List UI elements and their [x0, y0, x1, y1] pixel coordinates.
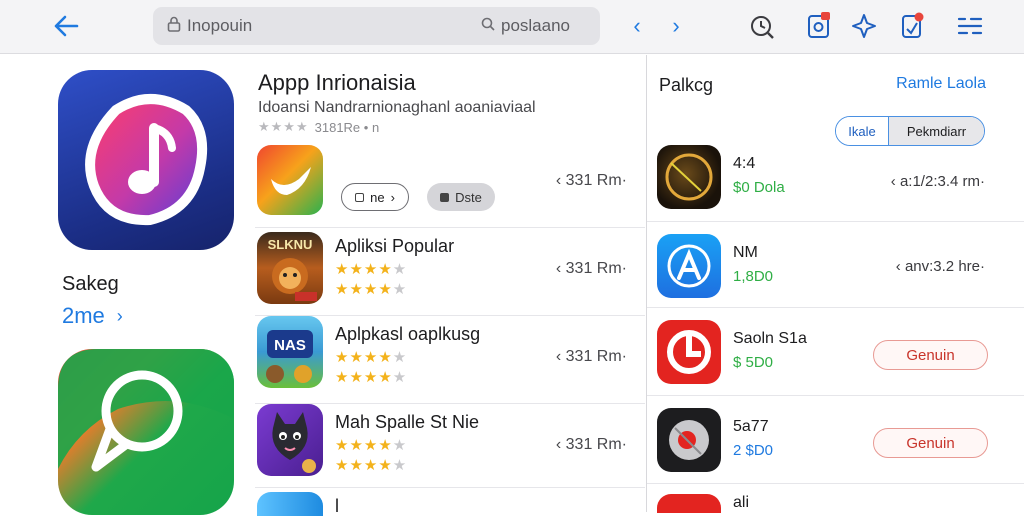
updates-icon[interactable]: [896, 9, 928, 41]
top-toolbar: Inopouin poslaano ‹ ›: [0, 0, 1024, 54]
rating-stars-icon: ★★★★★: [335, 437, 408, 454]
panel-item-name: 5a77: [733, 418, 769, 435]
back-arrow-icon[interactable]: [50, 10, 82, 42]
camera-app-icon[interactable]: [657, 408, 721, 472]
dark-app-icon[interactable]: [657, 145, 721, 209]
featured-open-button[interactable]: ne ›: [341, 183, 409, 211]
list-item[interactable]: Mah Spalle St Nie ★★★★★ ★★★★★ ‹ 331 Rm·: [255, 400, 645, 488]
panel-item-price: $0 Dola: [733, 179, 785, 196]
panel-item[interactable]: 5a77 2 $D0 Genuin: [647, 395, 1024, 483]
panel-item-meta: ‹ a:1/2:3.4 rm·: [890, 173, 985, 190]
bird-app-icon[interactable]: [257, 145, 323, 215]
panel-item-meta: ‹ anv:3.2 hre·: [895, 258, 985, 275]
account-search-icon[interactable]: [746, 11, 778, 43]
search-right-text: poslaano: [500, 16, 570, 35]
list-item[interactable]: l: [255, 488, 645, 516]
panel-see-all-link[interactable]: Ramle Laola: [896, 75, 986, 93]
rating-stars-icon: ★★★★★: [335, 457, 408, 474]
notifications-icon[interactable]: [803, 9, 835, 41]
svg-text:NAS: NAS: [274, 337, 306, 354]
menu-list-icon[interactable]: [954, 12, 986, 40]
nav-next-button[interactable]: ›: [664, 12, 688, 40]
app-name[interactable]: Aplpkasl oaplkusg: [335, 324, 480, 345]
featured-title: Appp Inrionaisia: [258, 70, 416, 95]
panel-item-price: 2 $D0: [733, 442, 774, 459]
app-size: ‹ 331 Rm·: [555, 436, 627, 453]
lion-game-icon[interactable]: SLKNU: [257, 232, 323, 304]
search-input[interactable]: Inopouin: [187, 16, 252, 36]
mascot-game-icon[interactable]: NAS: [257, 316, 323, 388]
panel-item-name: Saoln S1a: [733, 330, 807, 347]
search-icon[interactable]: [481, 16, 495, 36]
rating-stars-icon: ★★★★★: [335, 349, 408, 366]
app-icon[interactable]: [257, 492, 323, 516]
chevron-right-icon: ›: [116, 305, 123, 326]
hero-section-label: Sakeg: [62, 273, 119, 295]
right-panel: Palkcg Ramle Laola Ikale Pekmdiarr 4:4 $…: [646, 55, 1024, 513]
rating-stars-icon: ★★★★★: [335, 369, 408, 386]
panel-item[interactable]: Saoln S1a $ 5D0 Genuin: [647, 307, 1024, 395]
app-size: ‹ 331 Rm·: [555, 260, 627, 277]
sparkle-icon[interactable]: [848, 10, 880, 42]
hero-more-link[interactable]: 2me ›: [62, 303, 123, 329]
featured-size: ‹ 331 Rm·: [555, 172, 627, 189]
chevron-right-icon: ›: [390, 189, 395, 205]
music-app-icon[interactable]: [58, 70, 234, 250]
app-name[interactable]: Mah Spalle St Nie: [335, 412, 479, 433]
list-item[interactable]: NAS Aplpkasl oaplkusg ★★★★★ ★★★★★ ‹ 331 …: [255, 316, 645, 404]
panel-item-name: NM: [733, 244, 758, 261]
hero-more-label[interactable]: 2me: [62, 303, 105, 329]
featured-button-1-label: ne: [370, 189, 385, 205]
app-store-icon[interactable]: [657, 234, 721, 298]
panel-item-price: 1,8D0: [733, 268, 774, 285]
red-app-icon[interactable]: [657, 320, 721, 384]
search-bar[interactable]: Inopouin poslaano: [153, 7, 600, 45]
svg-text:SLKNU: SLKNU: [268, 237, 313, 252]
featured-subtitle: Idoansi Nandrarnionaghanl aoaniaviaal: [258, 99, 536, 116]
lock-icon: [167, 16, 181, 37]
cat-game-icon[interactable]: [257, 404, 323, 476]
featured-secondary-button[interactable]: Dste: [427, 183, 495, 211]
panel-title: Palkcg: [659, 75, 714, 95]
panel-item-name: 4:4: [733, 155, 756, 172]
panel-item-price: $ 5D0: [733, 354, 774, 371]
app-name[interactable]: l: [335, 496, 339, 517]
panel-item-name: ali: [733, 494, 750, 511]
panel-item[interactable]: NM 1,8D0 ‹ anv:3.2 hre·: [647, 221, 1024, 309]
app-size: ‹ 331 Rm·: [555, 348, 627, 365]
featured-rating-text: 3181Re • n: [314, 119, 380, 135]
get-button[interactable]: Genuin: [873, 428, 988, 458]
featured-rating: ★★★★ 3181Re • n: [258, 119, 379, 135]
rating-stars-icon: ★★★★: [258, 119, 309, 134]
panel-item[interactable]: 4:4 $0 Dola ‹ a:1/2:3.4 rm·: [647, 135, 1024, 223]
panel-item[interactable]: ali: [647, 483, 1024, 513]
chat-app-icon[interactable]: [58, 349, 234, 515]
rating-stars-icon: ★★★★★: [335, 261, 408, 278]
get-button[interactable]: Genuin: [873, 340, 988, 370]
red-app-icon[interactable]: [657, 494, 721, 513]
list-item[interactable]: SLKNU Apliksi Popular ★★★★★ ★★★★★ ‹ 331 …: [255, 228, 645, 316]
photo-icon: [355, 192, 365, 202]
hero-column: Sakeg 2me ›: [22, 55, 248, 515]
message-icon: [440, 192, 450, 202]
featured-button-2-label: Dste: [455, 189, 482, 205]
nav-prev-button[interactable]: ‹: [625, 12, 649, 40]
app-name[interactable]: Apliksi Popular: [335, 236, 454, 257]
rating-stars-icon: ★★★★★: [335, 281, 408, 298]
list-item-featured[interactable]: ne › Dste ‹ 331 Rm·: [255, 140, 645, 228]
